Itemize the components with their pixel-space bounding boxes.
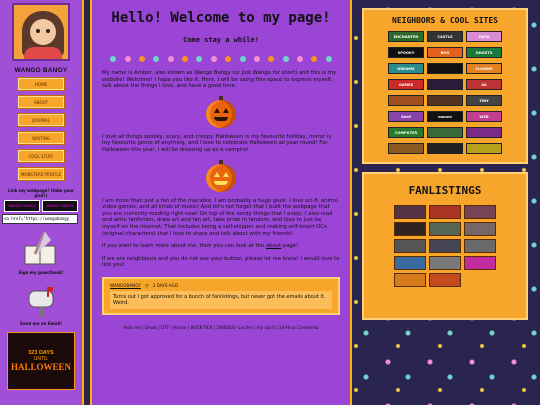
neighbor-button[interactable]: [388, 95, 424, 106]
page-title: Hello! Welcome to my page!: [111, 10, 331, 26]
main-content: Hello! Welcome to my page! Come stay a w…: [90, 0, 352, 405]
link-button-2[interactable]: WANGO BANGY: [42, 200, 78, 212]
fanlisting-button[interactable]: [394, 222, 426, 236]
jack-o-lantern-icon: [206, 95, 236, 128]
neighbor-button[interactable]: [388, 143, 424, 154]
neighbor-button[interactable]: moone: [427, 111, 463, 122]
avatar: [12, 3, 70, 61]
webring-links[interactable]: hide me | Ghost | OTF | Horror | BUCK-TI…: [102, 325, 340, 330]
halloween-countdown: 323 DAYS UNTIL HALLOWEEN: [7, 332, 75, 390]
neighbor-buttons: ENCHANTED CASTLE TAMA SPOOKY BOO GHOSTS DREAMS…: [372, 31, 518, 154]
left-sidebar: WANGO BANGY HOME ABOUT JOURNAL WRITING COOL …: [0, 0, 84, 405]
neighbors-panel: NEIGHBORS & COOL SITES ENCHANTED CASTLE TA…: [362, 8, 528, 164]
neighbor-button[interactable]: COMPUTER: [388, 127, 424, 138]
nav-button-cool-stuff[interactable]: COOL STUFF: [18, 150, 64, 162]
status-comment-box: WANGOBANGY ◷ 3 DAYS AGO Turns out I got …: [102, 276, 340, 315]
neighbor-button[interactable]: GAMES: [388, 79, 424, 90]
nav-button-journal[interactable]: JOURNAL: [18, 114, 64, 126]
fanlisting-button[interactable]: [429, 256, 461, 270]
fanlisting-button[interactable]: [429, 205, 461, 219]
link-button-1[interactable]: WANGO BANGY: [4, 200, 40, 212]
neighbours-paragraph: If we are neighbours and you do not see …: [102, 255, 340, 269]
fanlisting-button[interactable]: [464, 239, 496, 253]
neighbor-button[interactable]: CASTLE: [427, 31, 463, 42]
nav-button-monsters-profile[interactable]: MONSTERS PROFILE: [18, 168, 64, 180]
guestbook-label[interactable]: Sign my guestbook!: [18, 270, 63, 275]
fanlisting-button[interactable]: [464, 222, 496, 236]
link-code-field[interactable]: <a href="https://wangobangy: [2, 214, 78, 224]
neighbor-button[interactable]: TAMA: [466, 31, 502, 42]
page-subtitle: Come stay a while!: [183, 36, 259, 44]
fanlisting-button[interactable]: [429, 222, 461, 236]
nav-button-about[interactable]: ABOUT: [18, 96, 64, 108]
comment-text: Turns out I got approved for a bunch of …: [110, 290, 332, 309]
fanlistings-title: FANLISTINGS: [408, 184, 482, 197]
neighbor-button[interactable]: [427, 95, 463, 106]
fanlistings-panel: FANLISTINGS: [362, 172, 528, 320]
email-label[interactable]: Send me an Email!: [20, 321, 62, 326]
neighbor-button[interactable]: TINY: [466, 95, 502, 106]
comment-username[interactable]: WANGOBANGY: [110, 283, 141, 288]
neighbor-button[interactable]: ENCHANTED: [388, 31, 424, 42]
right-sidebar: NEIGHBORS & COOL SITES ENCHANTED CASTLE TA…: [358, 0, 528, 405]
neighbor-button[interactable]: AS: [466, 79, 502, 90]
neighbor-button[interactable]: BOO: [427, 47, 463, 58]
fanlisting-button[interactable]: [394, 273, 426, 287]
neighbor-button[interactable]: [466, 127, 502, 138]
neighbor-button[interactable]: CLOWNS: [466, 63, 502, 74]
guestbook-icon[interactable]: [21, 230, 61, 268]
clock-icon: ◷: [144, 282, 149, 288]
neighbor-button[interactable]: GHOSTS: [466, 47, 502, 58]
geek-paragraph: I am more than just a fan of the macabre…: [102, 197, 340, 237]
neighbor-button[interactable]: [427, 143, 463, 154]
about-link[interactable]: about: [266, 243, 281, 249]
countdown-word: HALLOWEEN: [10, 362, 71, 372]
neighbor-button[interactable]: SPOOKY: [388, 47, 424, 58]
about-paragraph: If you want to learn more about me, then…: [102, 243, 299, 250]
fanlisting-buttons: [372, 205, 518, 287]
nav-button-writing[interactable]: WRITING: [18, 132, 64, 144]
intro-paragraph: My name is Amber, also known as Wango Ba…: [102, 70, 337, 90]
neighbor-button[interactable]: [427, 127, 463, 138]
comment-time: 3 DAYS AGO: [152, 282, 179, 288]
link-me-title: Link my webpage! (take your pick!): [8, 188, 74, 198]
fanlisting-button[interactable]: [394, 239, 426, 253]
link-me-box: Link my webpage! (take your pick!) WANGO…: [2, 188, 80, 224]
nav-button-home[interactable]: HOME: [18, 78, 64, 90]
neighbor-button[interactable]: [427, 79, 463, 90]
fanlisting-button[interactable]: [464, 256, 496, 270]
spooky-paragraph: I love all things spooky, scary, and cre…: [102, 133, 332, 153]
fanlisting-button[interactable]: [429, 273, 461, 287]
mailbox-icon[interactable]: [21, 281, 61, 319]
fanlisting-button[interactable]: [429, 239, 461, 253]
neighbor-button[interactable]: WEB: [466, 111, 502, 122]
fanlisting-button[interactable]: [394, 205, 426, 219]
neighbor-button[interactable]: Shell: [388, 111, 424, 122]
neighbor-button[interactable]: DREAMS: [388, 63, 424, 74]
fanlisting-button[interactable]: [464, 205, 496, 219]
decorative-divider: [106, 54, 336, 64]
neighbor-button[interactable]: [466, 143, 502, 154]
neighbor-button[interactable]: [427, 63, 463, 74]
neighbors-title: NEIGHBORS & COOL SITES: [392, 16, 498, 25]
fanlisting-button[interactable]: [394, 256, 426, 270]
glowing-pumpkin-icon: [206, 159, 236, 192]
site-name: WANGO BANGY: [14, 67, 68, 74]
